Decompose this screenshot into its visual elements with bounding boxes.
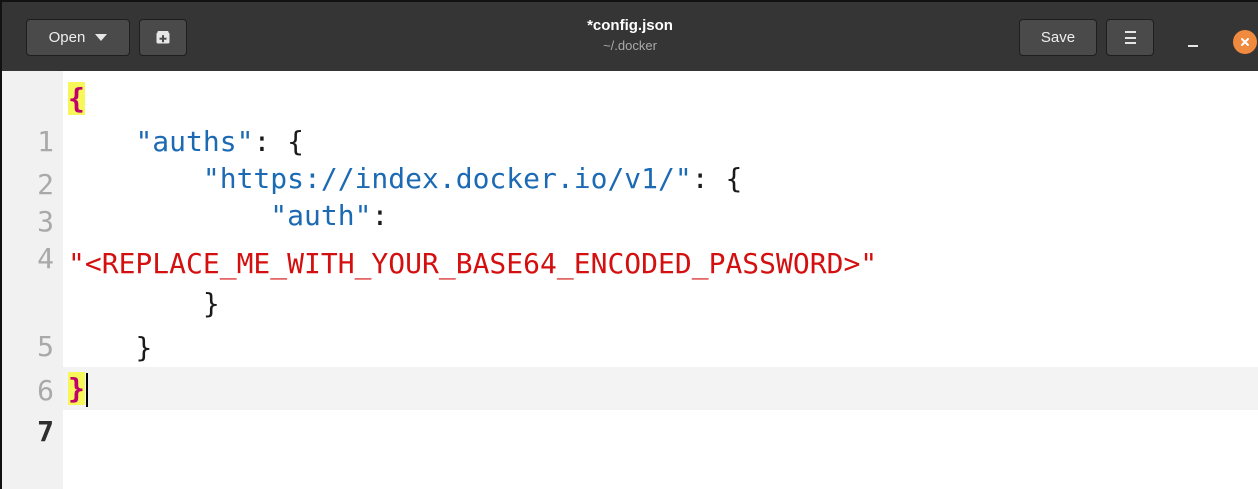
code-line-wrapped[interactable]: "<REPLACE_ME_WITH_YOUR_BASE64_ENCODED_PA…	[2, 242, 1258, 285]
save-button[interactable]: Save	[1019, 19, 1097, 56]
json-punctuation: }	[135, 331, 153, 364]
open-button-label: Open	[48, 29, 86, 46]
minimize-button[interactable]	[1180, 31, 1206, 51]
json-string-value: "<REPLACE_ME_WITH_YOUR_BASE64_ENCODED_PA…	[68, 247, 878, 280]
close-icon	[1241, 38, 1249, 46]
close-button[interactable]	[1233, 30, 1257, 54]
hamburger-menu-icon	[1124, 31, 1136, 44]
text-cursor	[85, 373, 88, 407]
json-key: "auth"	[270, 199, 372, 232]
json-punctuation: }	[202, 287, 220, 320]
new-tab-icon	[156, 30, 170, 43]
json-key: "https://index.docker.io/v1/"	[202, 162, 692, 195]
save-button-label: Save	[1040, 29, 1076, 46]
code-line[interactable]: 5 }	[2, 282, 1258, 363]
matching-bracket: }	[68, 372, 85, 405]
chevron-down-icon	[95, 34, 108, 41]
code-line[interactable]: 6 }	[2, 326, 1258, 407]
menu-button[interactable]	[1106, 19, 1154, 56]
code-line[interactable]: 1 {	[2, 77, 1258, 158]
text-editor-window: Open *config.json ~/.docker Save 1 {2 "…	[0, 0, 1258, 489]
code-line[interactable]: 4 "auth":	[2, 194, 1258, 275]
json-key: "auths"	[135, 125, 254, 158]
header-bar: Open *config.json ~/.docker Save	[2, 2, 1258, 71]
open-button[interactable]: Open	[26, 19, 130, 56]
json-punctuation: : {	[253, 125, 305, 158]
line-number: 7	[37, 415, 54, 448]
new-document-button[interactable]	[139, 19, 187, 56]
code-line-current[interactable]: 7 }	[2, 367, 1258, 448]
text-editor[interactable]: 1 { 2 "auths": { 3 "https://index.docker…	[2, 71, 1258, 489]
json-punctuation: : {	[691, 162, 743, 195]
matching-bracket: {	[68, 82, 85, 115]
json-punctuation: :	[371, 199, 389, 232]
minimize-icon	[1188, 45, 1198, 47]
